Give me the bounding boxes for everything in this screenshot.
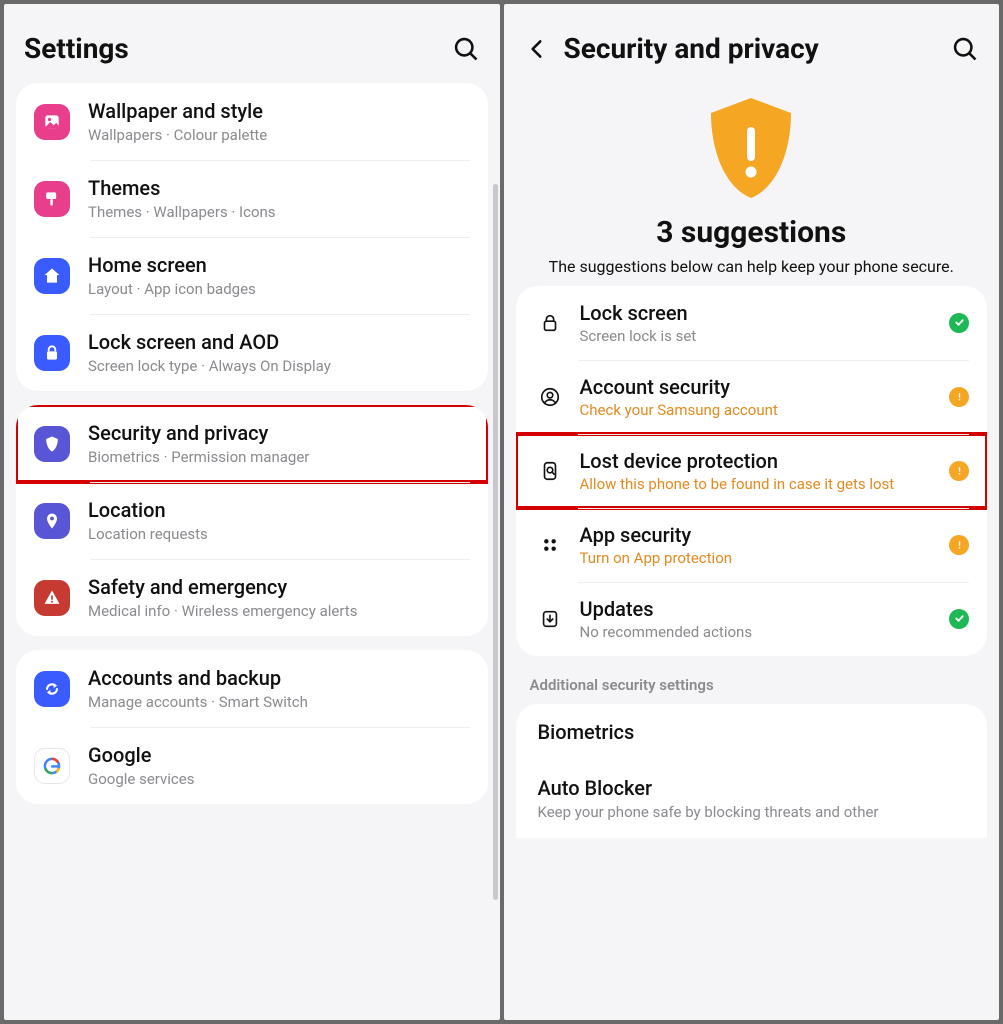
settings-item-security[interactable]: Security and privacy Biometrics · Permiss… [16, 405, 488, 482]
settings-item-title: Accounts and backup [88, 666, 308, 691]
settings-item-subtitle: Google services [88, 770, 194, 788]
suggestion-title: Updates [580, 597, 950, 621]
suggestion-account[interactable]: Account security Check your Samsung accou… [516, 360, 988, 434]
suggestion-title: App security [580, 523, 950, 547]
status-ok-icon [949, 609, 969, 629]
download-icon [534, 608, 566, 630]
additional-section-label: Additional security settings [504, 670, 1000, 704]
settings-item-subtitle: Layout · App icon badges [88, 280, 256, 298]
settings-item-subtitle: Biometrics · Permission manager [88, 448, 309, 466]
alert-icon [34, 580, 70, 616]
settings-item-location[interactable]: Location Location requests [16, 482, 488, 559]
shield-alert-icon [528, 93, 976, 203]
pin-icon [34, 503, 70, 539]
scrollbar[interactable] [493, 184, 498, 900]
home-icon [34, 258, 70, 294]
status-warn-icon [949, 461, 969, 481]
settings-item-accounts[interactable]: Accounts and backup Manage accounts · Sma… [16, 650, 488, 727]
paint-icon [34, 181, 70, 217]
additional-autoblocker[interactable]: Auto Blocker Keep your phone safe by bloc… [516, 760, 988, 839]
suggestion-title: Account security [580, 375, 950, 399]
security-title: Security and privacy [564, 32, 952, 65]
suggestion-subtitle: Screen lock is set [580, 327, 950, 345]
security-pane: Security and privacy 3 suggestions The s… [504, 4, 1000, 1020]
settings-item-subtitle: Manage accounts · Smart Switch [88, 693, 308, 711]
suggestion-subtitle: Check your Samsung account [580, 401, 950, 419]
settings-pane: Settings Wallpaper and style Wallpapers ·… [4, 4, 500, 1020]
additional-title: Auto Blocker [538, 776, 966, 800]
suggestions-hero: 3 suggestions The suggestions below can … [504, 83, 1000, 286]
lock-icon [34, 335, 70, 371]
suggestions-subheading: The suggestions below can help keep your… [528, 256, 976, 278]
settings-item-google[interactable]: Google Google services [16, 727, 488, 804]
settings-item-title: Lock screen and AOD [88, 330, 331, 355]
picture-icon [34, 104, 70, 140]
search-icon[interactable] [951, 35, 979, 63]
settings-item-subtitle: Medical info · Wireless emergency alerts [88, 602, 357, 620]
suggestion-title: Lock screen [580, 301, 950, 325]
dots-icon [534, 534, 566, 556]
find-icon [534, 460, 566, 482]
suggestions-card: Lock screen Screen lock is set Account sec… [516, 286, 988, 656]
settings-item-title: Wallpaper and style [88, 99, 267, 124]
settings-group: Wallpaper and style Wallpapers · Colour p… [16, 83, 488, 391]
settings-item-wallpaper[interactable]: Wallpaper and style Wallpapers · Colour p… [16, 83, 488, 160]
settings-item-themes[interactable]: Themes Themes · Wallpapers · Icons [16, 160, 488, 237]
additional-title: Biometrics [538, 720, 966, 744]
settings-item-title: Location [88, 498, 208, 523]
settings-group: Accounts and backup Manage accounts · Sma… [16, 650, 488, 804]
suggestion-subtitle: Allow this phone to be found in case it … [580, 475, 950, 493]
status-warn-icon [949, 535, 969, 555]
security-header: Security and privacy [504, 4, 1000, 83]
status-ok-icon [949, 313, 969, 333]
suggestion-updates[interactable]: Updates No recommended actions [516, 582, 988, 656]
settings-item-lockscreen[interactable]: Lock screen and AOD Screen lock type · Al… [16, 314, 488, 391]
settings-item-title: Security and privacy [88, 421, 309, 446]
suggestion-subtitle: No recommended actions [580, 623, 950, 641]
settings-item-title: Safety and emergency [88, 575, 357, 600]
settings-title: Settings [24, 32, 452, 65]
settings-item-subtitle: Themes · Wallpapers · Icons [88, 203, 276, 221]
padlock-icon [534, 312, 566, 334]
settings-list[interactable]: Wallpaper and style Wallpapers · Colour p… [4, 83, 500, 818]
settings-item-home[interactable]: Home screen Layout · App icon badges [16, 237, 488, 314]
settings-item-safety[interactable]: Safety and emergency Medical info · Wirel… [16, 559, 488, 636]
suggestion-subtitle: Turn on App protection [580, 549, 950, 567]
settings-item-subtitle: Location requests [88, 525, 208, 543]
search-icon[interactable] [452, 35, 480, 63]
back-icon[interactable] [524, 36, 550, 62]
suggestion-appsec[interactable]: App security Turn on App protection [516, 508, 988, 582]
additional-biometrics[interactable]: Biometrics [516, 704, 988, 760]
settings-header: Settings [4, 4, 500, 83]
suggestion-lost[interactable]: Lost device protection Allow this phone t… [516, 434, 988, 508]
settings-item-title: Google [88, 743, 194, 768]
settings-group: Security and privacy Biometrics · Permiss… [16, 405, 488, 636]
suggestion-title: Lost device protection [580, 449, 950, 473]
suggestions-heading: 3 suggestions [528, 215, 976, 250]
settings-item-subtitle: Screen lock type · Always On Display [88, 357, 331, 375]
shield-icon [34, 426, 70, 462]
additional-card: Biometrics Auto Blocker Keep your phone sa… [516, 704, 988, 839]
settings-item-subtitle: Wallpapers · Colour palette [88, 126, 267, 144]
sync-icon [34, 671, 70, 707]
suggestion-lock[interactable]: Lock screen Screen lock is set [516, 286, 988, 360]
status-warn-icon [949, 387, 969, 407]
additional-subtitle: Keep your phone safe by blocking threats… [538, 803, 966, 823]
person-icon [534, 386, 566, 408]
settings-item-title: Home screen [88, 253, 256, 278]
google-icon [34, 748, 70, 784]
settings-item-title: Themes [88, 176, 276, 201]
